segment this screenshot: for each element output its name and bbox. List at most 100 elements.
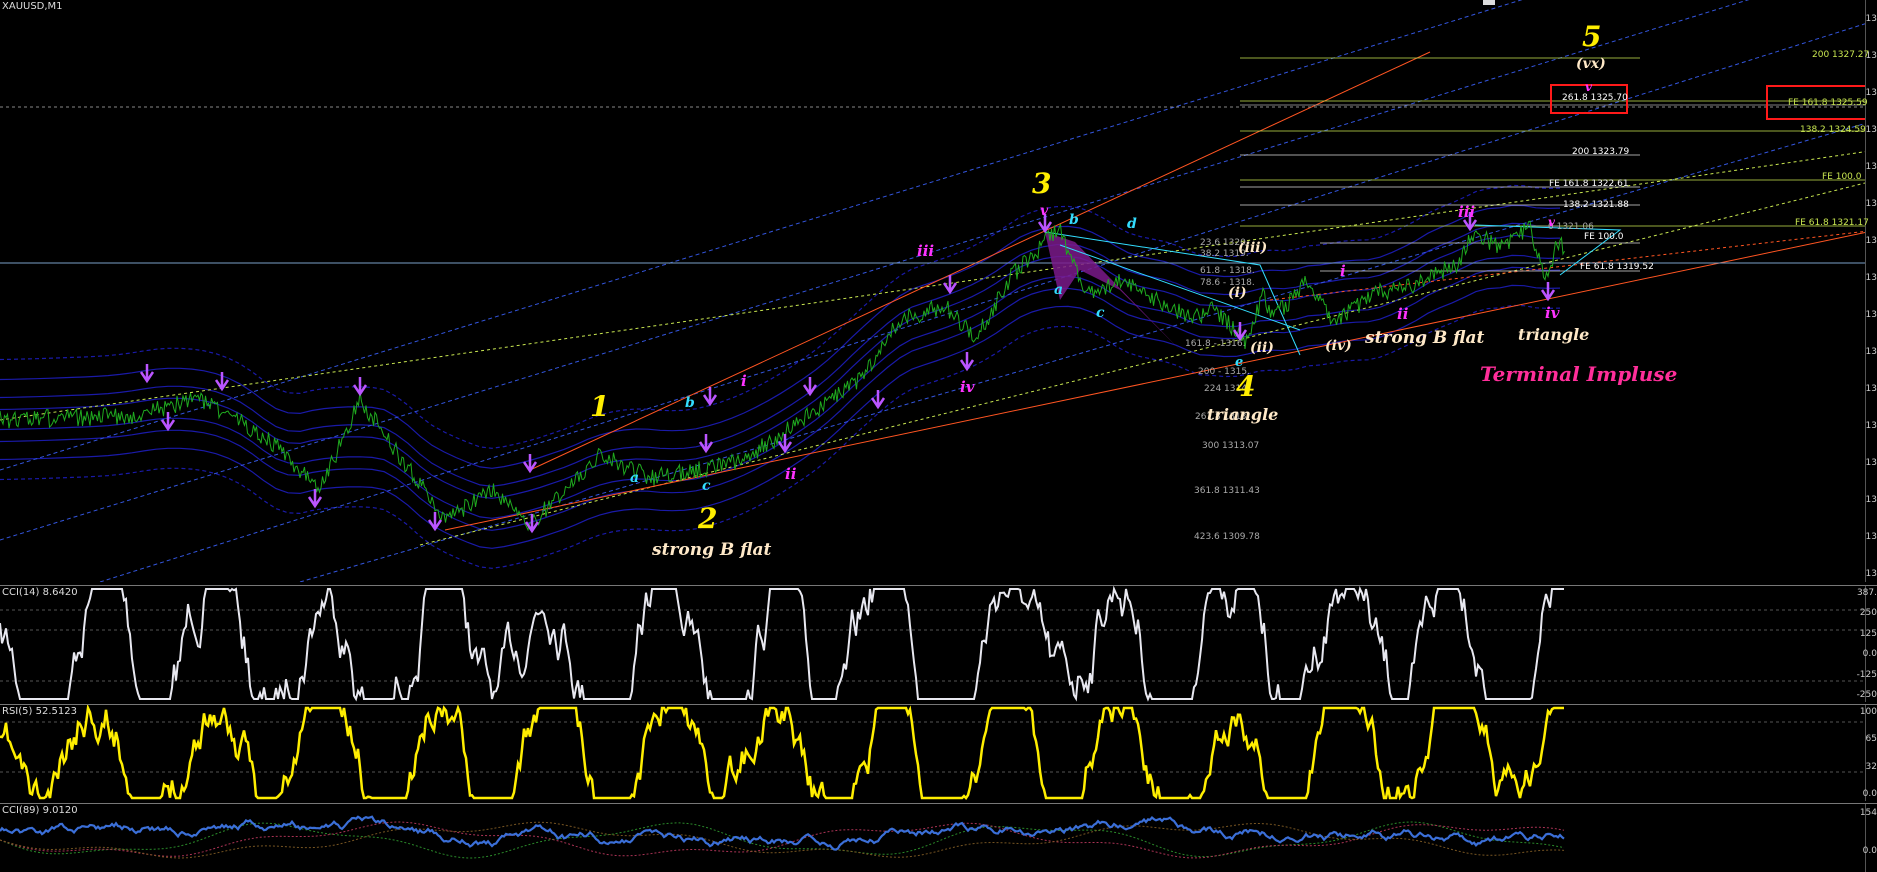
- bollinger-band-0: [0, 184, 1561, 449]
- price-scale-tick: 13: [1865, 199, 1877, 209]
- fractal-arrow-8: [702, 387, 718, 407]
- price-scale-tick: 13: [1865, 458, 1877, 468]
- fractal-arrow-12: [870, 390, 886, 410]
- fib-level-f4236: 423.6 1309.78: [1194, 532, 1260, 542]
- wave-label-iii_p: (iii): [1238, 240, 1268, 256]
- cci14-scale-tick: 125: [1859, 628, 1877, 639]
- wave-label-iii_b: iii: [1458, 203, 1476, 221]
- fib-level-f3618: 361.8 1311.43: [1194, 486, 1260, 496]
- rsi5-pane[interactable]: RSI(5) 52.5123 100 65 32 0.0: [0, 704, 1877, 801]
- wave-label-c1: c: [702, 478, 711, 494]
- channel-line-3: [299, 119, 1877, 582]
- price-scale-tick: 13: [1865, 273, 1877, 283]
- price-scale-tick: 13: [1865, 495, 1877, 505]
- channel-line-6: [529, 51, 1431, 471]
- price-scale[interactable]: 13 13 13 13 13 13 13 13 13 13 13 13 13 13 13 13: [1865, 0, 1877, 582]
- cci14-scale-tick: 0.0: [1862, 649, 1877, 660]
- fib-level-f200b: 200 1323.79: [1572, 147, 1630, 157]
- cci89-scale-tick: 154: [1859, 808, 1877, 818]
- rsi5-label: RSI(5) 52.5123: [2, 706, 77, 717]
- fractal-arrow-14: [959, 352, 975, 372]
- wave-label-ii_b: ii: [1397, 305, 1409, 323]
- cci14-scale-tick: -250: [1856, 690, 1877, 700]
- fractal-arrow-0: [139, 364, 155, 384]
- price-series: [0, 220, 1565, 532]
- wave-label-tri4: triangle: [1207, 405, 1279, 424]
- fractal-arrow-9: [698, 434, 714, 454]
- rsi5-scale[interactable]: 100 65 32 0.0: [1860, 705, 1877, 801]
- wave-label-w4: 4: [1236, 370, 1256, 403]
- cci14-scale-tick: -125: [1856, 669, 1877, 680]
- wave-label-c2: c: [1096, 305, 1105, 321]
- wave-label-sbf2: strong B flat: [1365, 328, 1485, 348]
- rsi5-canvas: [0, 705, 1866, 801]
- wave-label-i_b: i: [1340, 262, 1346, 280]
- wave-label-a1: a: [630, 470, 640, 486]
- chart-shift-marker[interactable]: [1483, 0, 1495, 5]
- rsi5-scale-tick: 100: [1859, 707, 1877, 717]
- wave-label-sbf1: strong B flat: [652, 540, 772, 560]
- cci89-series: [0, 815, 1565, 851]
- price-scale-tick: 13: [1865, 14, 1877, 24]
- fib-level-ffe618a: FE 61.8 1321.17: [1795, 218, 1869, 228]
- cci14-series: [0, 586, 1564, 702]
- rsi5-scale-tick: 65: [1865, 734, 1877, 745]
- bollinger-band-3: [0, 234, 1561, 499]
- wave-label-iv_b: iv: [1545, 304, 1560, 322]
- wave-label-b2: b: [1069, 212, 1079, 228]
- fib-level-ffe618b: FE 61.8 1319.52: [1580, 262, 1654, 272]
- price-scale-tick: 13: [1865, 569, 1877, 579]
- fib-level-f1618: 161.8 - 1316.: [1185, 339, 1246, 349]
- channel-line-2: [99, 19, 1877, 582]
- price-scale-tick: 13: [1865, 384, 1877, 394]
- fractal-arrow-4: [352, 377, 368, 397]
- wave-label-ii_p: (ii): [1250, 340, 1274, 356]
- chart-title: XAUUSD,M1: [2, 1, 63, 12]
- rsi5-scale-tick: 32: [1865, 761, 1877, 772]
- cci89-scale[interactable]: 154 0.0: [1860, 804, 1877, 872]
- cci89-average-0: [0, 821, 1565, 859]
- wave-label-i_p: (i): [1228, 285, 1247, 301]
- wave-label-w2: 2: [698, 502, 718, 535]
- wave-label-iv_p: (iv): [1325, 338, 1352, 354]
- fib-level-f2618: 261.8 1325.70: [1562, 93, 1628, 103]
- cci89-pane[interactable]: CCI(89) 9.0120 154 0.0: [0, 803, 1877, 872]
- wave-label-iv_a: iv: [960, 378, 975, 396]
- price-scale-tick: 13: [1865, 310, 1877, 320]
- cci14-scale-tick: 250: [1859, 608, 1877, 619]
- price-chart-canvas: [0, 0, 1877, 582]
- cci14-pane[interactable]: CCI(14) 8.6420 387. 250 125 0.0 -125 -250: [0, 585, 1877, 702]
- bollinger-band-1: [0, 204, 1561, 469]
- price-scale-tick: 13: [1865, 125, 1877, 135]
- wave-label-terminal: Terminal Impluse: [1480, 362, 1678, 386]
- wave-label-tri5: triangle: [1518, 325, 1590, 344]
- wave-label-v_a: v: [1040, 203, 1049, 219]
- cci14-scale[interactable]: 387. 250 125 0.0 -125 -250: [1857, 586, 1877, 702]
- fib-level-ffe1618b: FE 161.8 1322.61: [1549, 179, 1629, 189]
- bollinger-band-4: [0, 254, 1561, 519]
- wave-label-v_top: v: [1585, 80, 1592, 94]
- cci14-label: CCI(14) 8.6420: [2, 587, 78, 598]
- fib-level-ffe100b: FE 100.0: [1584, 232, 1624, 242]
- price-chart-pane[interactable]: XAUUSD,M1 13 13 13 13 13 13 13 13 13 13 13 13 13 13 13…: [0, 0, 1877, 582]
- cci89-scale-tick: 0.0: [1862, 846, 1877, 856]
- price-scale-tick: 13: [1865, 236, 1877, 246]
- wave-label-b1: b: [685, 395, 695, 411]
- bollinger-band-6: [0, 284, 1561, 549]
- fib-level-ffe1618: FE 161.8 1325.59: [1788, 98, 1868, 108]
- fib-level-f618: 61.8 - 1318.: [1200, 266, 1255, 276]
- wave-label-a2: a: [1054, 282, 1064, 298]
- cci14-canvas: [0, 586, 1866, 702]
- price-scale-tick: 13: [1865, 88, 1877, 98]
- cci89-label: CCI(89) 9.0120: [2, 805, 78, 816]
- price-scale-tick: 13: [1865, 532, 1877, 542]
- fib-level-f200a: 200 1327.27: [1812, 50, 1870, 60]
- wave-label-vx: (vx): [1576, 56, 1606, 72]
- fib-level-ffe100a: FE 100.0: [1822, 172, 1862, 182]
- fractal-arrow-10: [777, 434, 793, 454]
- wave-label-iii_a: iii: [917, 242, 935, 260]
- fractal-arrow-18: [1540, 282, 1556, 302]
- fractal-arrow-11: [802, 377, 818, 397]
- wave-label-d2: d: [1127, 216, 1137, 232]
- wave-label-i_a: i: [741, 372, 747, 390]
